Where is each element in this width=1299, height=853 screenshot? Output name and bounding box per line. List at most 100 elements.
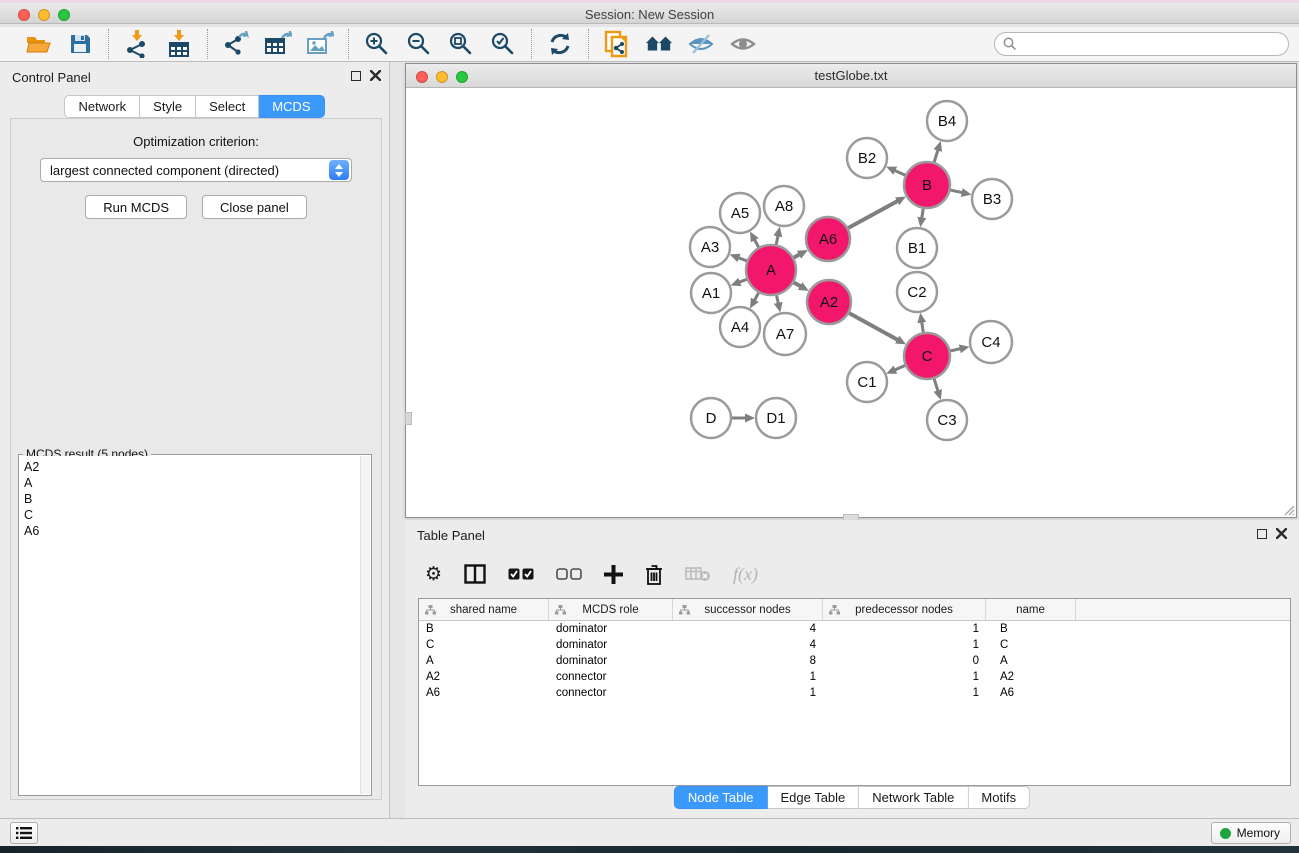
deselect-all-icon[interactable]: [556, 568, 582, 580]
result-item-a[interactable]: A: [24, 475, 360, 491]
first-neighbors-icon[interactable]: [645, 30, 673, 58]
network-canvas[interactable]: B4B2BB3A8A5A6A3B1AA1C2A2A4A7C4CC1DD1C3: [406, 88, 1296, 517]
run-mcds-button[interactable]: Run MCDS: [85, 195, 187, 219]
column-header-predecessor-nodes[interactable]: predecessor nodes: [823, 599, 986, 620]
open-session-icon[interactable]: [24, 30, 52, 58]
float-panel-icon[interactable]: [351, 71, 361, 81]
resize-grip-icon[interactable]: [1281, 502, 1295, 516]
graph-node-C3[interactable]: C3: [927, 400, 967, 440]
close-panel-icon[interactable]: [370, 70, 381, 81]
graph-node-A1[interactable]: A1: [691, 273, 731, 313]
function-builder-icon[interactable]: f(x): [733, 564, 758, 585]
graph-edge-C-C4[interactable]: [950, 349, 960, 351]
graph-node-C1[interactable]: C1: [847, 362, 887, 402]
graph-node-A8[interactable]: A8: [764, 186, 804, 226]
tab-style[interactable]: Style: [140, 95, 196, 118]
tab-node-table[interactable]: Node Table: [674, 786, 768, 809]
graph-node-A7[interactable]: A7: [764, 313, 806, 355]
refresh-icon[interactable]: [546, 30, 574, 58]
graph-edge-B-B3[interactable]: [950, 190, 962, 193]
delete-table-icon[interactable]: [685, 566, 711, 582]
graph-node-A4[interactable]: A4: [720, 307, 760, 347]
graph-edge-A-A7[interactable]: [777, 295, 779, 303]
add-column-icon[interactable]: [604, 565, 623, 584]
zoom-fit-icon[interactable]: [447, 30, 475, 58]
graph-node-A6[interactable]: A6: [806, 217, 850, 261]
result-item-a6[interactable]: A6: [24, 523, 360, 539]
memory-button[interactable]: Memory: [1211, 822, 1291, 844]
graph-node-C[interactable]: C: [904, 333, 950, 379]
select-all-icon[interactable]: [508, 568, 534, 580]
zoom-out-icon[interactable]: [405, 30, 433, 58]
hide-selected-icon[interactable]: [687, 30, 715, 58]
criterion-select[interactable]: largest connected component (directed): [40, 158, 352, 182]
zoom-in-icon[interactable]: [363, 30, 391, 58]
gear-icon[interactable]: ⚙: [425, 565, 442, 584]
graph-edge-A-A5[interactable]: [754, 239, 758, 247]
column-header-shared-name[interactable]: shared name: [419, 599, 549, 620]
column-header-successor-nodes[interactable]: successor nodes: [673, 599, 823, 620]
graph-edge-A-A8[interactable]: [776, 235, 778, 244]
tab-motifs[interactable]: Motifs: [968, 786, 1030, 809]
table-row[interactable]: A2connector11A2: [419, 669, 1290, 685]
graph-edge-A-A1[interactable]: [739, 279, 747, 282]
duplicate-network-icon[interactable]: [603, 30, 631, 58]
float-table-panel-icon[interactable]: [1257, 529, 1267, 539]
graph-edge-A-A6[interactable]: [794, 254, 800, 257]
search-input[interactable]: [994, 32, 1289, 56]
close-panel-button[interactable]: Close panel: [202, 195, 307, 219]
task-history-button[interactable]: [10, 822, 38, 844]
graph-node-B[interactable]: B: [904, 162, 950, 208]
zoom-selected-icon[interactable]: [489, 30, 517, 58]
tab-edge-table[interactable]: Edge Table: [767, 786, 859, 809]
save-session-icon[interactable]: [66, 30, 94, 58]
mcds-result-list[interactable]: A2ABCA6: [20, 456, 360, 794]
column-view-icon[interactable]: [464, 564, 486, 584]
graph-node-B1[interactable]: B1: [897, 228, 937, 268]
graph-node-B2[interactable]: B2: [847, 138, 887, 178]
export-network-icon[interactable]: [222, 30, 250, 58]
import-table-icon[interactable]: [165, 30, 193, 58]
graph-edge-C-C3[interactable]: [934, 379, 938, 391]
result-item-b[interactable]: B: [24, 491, 360, 507]
graph-node-A2[interactable]: A2: [807, 280, 851, 324]
graph-edge-A2-C[interactable]: [849, 313, 898, 340]
tab-network[interactable]: Network: [64, 95, 140, 118]
graph-edge-B-B1[interactable]: [922, 209, 924, 219]
graph-edge-A-A3[interactable]: [738, 258, 747, 261]
close-table-panel-icon[interactable]: [1276, 528, 1287, 539]
result-item-c[interactable]: C: [24, 507, 360, 523]
table-row[interactable]: A6connector11A6: [419, 685, 1290, 701]
graph-node-B3[interactable]: B3: [972, 179, 1012, 219]
graph-node-A3[interactable]: A3: [690, 227, 730, 267]
graph-node-B4[interactable]: B4: [927, 101, 967, 141]
table-row[interactable]: Adominator80A: [419, 653, 1290, 669]
tab-network-table[interactable]: Network Table: [859, 786, 968, 809]
export-table-icon[interactable]: [264, 30, 292, 58]
node-table[interactable]: shared nameMCDS rolesuccessor nodesprede…: [418, 598, 1291, 786]
network-window-titlebar[interactable]: testGlobe.txt: [406, 64, 1296, 88]
graph-edge-C-C1[interactable]: [895, 366, 905, 371]
graph-edge-B-B2[interactable]: [894, 170, 905, 175]
column-header-mcds-role[interactable]: MCDS role: [549, 599, 673, 620]
result-scrollbar[interactable]: [360, 456, 370, 794]
result-item-a2[interactable]: A2: [24, 459, 360, 475]
export-image-icon[interactable]: [306, 30, 334, 58]
show-all-icon[interactable]: [729, 30, 757, 58]
splitter-grabber[interactable]: [405, 412, 412, 425]
column-header-name[interactable]: name: [986, 599, 1076, 620]
table-row[interactable]: Cdominator41C: [419, 637, 1290, 653]
graph-edge-C-C2[interactable]: [922, 322, 924, 333]
graph-node-D[interactable]: D: [691, 398, 731, 438]
graph-edge-A6-B[interactable]: [848, 201, 898, 228]
graph-edge-B-B4[interactable]: [934, 150, 938, 162]
tab-select[interactable]: Select: [196, 95, 259, 118]
import-network-icon[interactable]: [123, 30, 151, 58]
graph-node-D1[interactable]: D1: [756, 398, 796, 438]
graph-edge-A-A2[interactable]: [794, 283, 801, 287]
table-row[interactable]: Bdominator41B: [419, 621, 1290, 637]
delete-column-icon[interactable]: [645, 564, 663, 585]
tab-mcds[interactable]: MCDS: [259, 95, 324, 118]
graph-node-A[interactable]: A: [746, 245, 796, 295]
graph-node-A5[interactable]: A5: [720, 193, 760, 233]
